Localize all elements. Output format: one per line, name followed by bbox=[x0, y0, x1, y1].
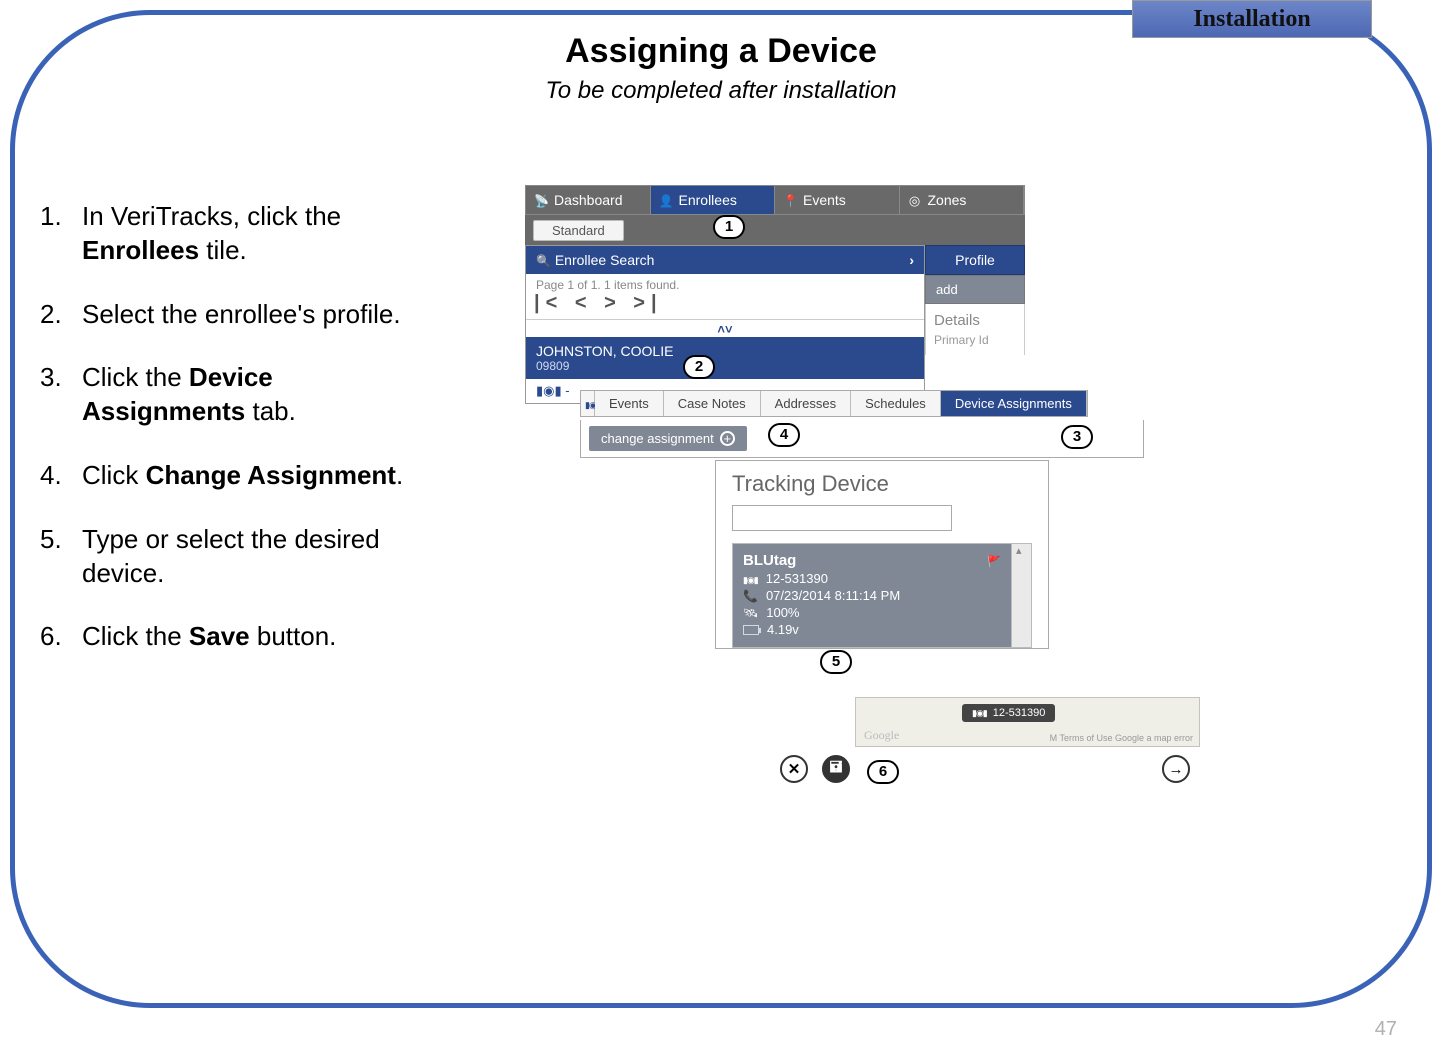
battery-icon bbox=[743, 625, 759, 635]
plus-circle-icon: + bbox=[720, 431, 735, 446]
nav-events-label: Events bbox=[803, 192, 846, 208]
tab-schedules[interactable]: Schedules bbox=[851, 391, 941, 416]
callout-6: 6 bbox=[867, 760, 899, 784]
enrollee-row[interactable]: JOHNSTON, COOLIE 09809 bbox=[526, 337, 924, 379]
page-title: Assigning a Device bbox=[0, 32, 1442, 71]
target-icon bbox=[908, 192, 922, 209]
map-credit: Google bbox=[864, 728, 899, 743]
satellite-icon bbox=[743, 605, 758, 620]
cancel-button[interactable]: ✕ bbox=[780, 755, 808, 783]
tab-device-assignments[interactable]: Device Assignments bbox=[941, 391, 1087, 416]
map-device-pill[interactable]: 12-531390 bbox=[962, 704, 1055, 722]
primary-id-label: Primary Id bbox=[934, 333, 1016, 347]
tab-zone-mini[interactable] bbox=[581, 391, 595, 416]
tracking-device-input[interactable] bbox=[732, 505, 952, 531]
enrollee-search-panel: Enrollee Search › Page 1 of 1. 1 items f… bbox=[525, 245, 925, 404]
enrollee-id: 09809 bbox=[536, 359, 914, 373]
main-nav: Dashboard Enrollees Events Zones bbox=[525, 185, 1025, 215]
nav-zones[interactable]: Zones bbox=[900, 186, 1025, 214]
profile-column: Profile add Details Primary Id bbox=[925, 245, 1025, 355]
nav-dashboard[interactable]: Dashboard bbox=[526, 186, 651, 214]
gps-icon bbox=[972, 707, 987, 719]
action-bar: ✕ 🖬 → bbox=[780, 755, 1190, 783]
sub-nav: Standard bbox=[525, 215, 1025, 245]
map-device-id: 12-531390 bbox=[993, 707, 1046, 719]
chevron-right-icon: › bbox=[909, 252, 914, 268]
device-id: 12-531390 bbox=[766, 571, 828, 586]
step-6: 6. Click the Save button. bbox=[40, 620, 440, 654]
details-panel: Details Primary Id bbox=[925, 304, 1025, 355]
nav-enrollees-label: Enrollees bbox=[679, 192, 737, 208]
search-page-info: Page 1 of 1. 1 items found. bbox=[526, 274, 924, 292]
step-4: 4. Click Change Assignment. bbox=[40, 459, 440, 493]
page-subtitle: To be completed after installation bbox=[0, 77, 1442, 105]
nav-events[interactable]: Events bbox=[775, 186, 900, 214]
enrollee-name: JOHNSTON, COOLIE bbox=[536, 343, 914, 359]
callout-2: 2 bbox=[683, 355, 715, 379]
device-list-scrollbar[interactable] bbox=[1011, 544, 1031, 647]
pin-icon bbox=[783, 192, 797, 208]
device-voltage: 4.19v bbox=[767, 622, 799, 637]
profile-tabs: Events Case Notes Addresses Schedules De… bbox=[580, 390, 1088, 417]
profile-button[interactable]: Profile bbox=[925, 245, 1025, 275]
flag-icon bbox=[987, 552, 1001, 569]
tab-addresses[interactable]: Addresses bbox=[761, 391, 851, 416]
map-terms: M Terms of Use Google a map error bbox=[1050, 733, 1193, 743]
next-button[interactable]: → bbox=[1162, 755, 1190, 783]
callout-4: 4 bbox=[768, 423, 800, 447]
details-heading: Details bbox=[934, 312, 1016, 329]
tracking-device-title: Tracking Device bbox=[732, 471, 1032, 497]
map-preview: 12-531390 Google M Terms of Use Google a… bbox=[855, 697, 1200, 747]
search-pager-controls[interactable]: |< < > >| bbox=[526, 292, 924, 319]
satellite-icon bbox=[534, 192, 548, 208]
standard-button[interactable]: Standard bbox=[533, 220, 624, 241]
step-1: 1. In VeriTracks, click the Enrollees ti… bbox=[40, 200, 440, 268]
tab-events[interactable]: Events bbox=[595, 391, 664, 416]
add-button[interactable]: add bbox=[925, 275, 1025, 304]
change-assignment-label: change assignment bbox=[601, 431, 714, 446]
device-battery: 100% bbox=[766, 605, 799, 620]
gps-icon bbox=[743, 571, 758, 586]
person-icon bbox=[659, 192, 673, 208]
device-card-body: BLUtag 12-531390 07/23/2014 8:11:14 PM 1… bbox=[733, 544, 1011, 647]
step-5: 5. Type or select the desired device. bbox=[40, 523, 440, 591]
slide-heading: Assigning a Device To be completed after… bbox=[0, 32, 1442, 105]
save-button[interactable]: 🖬 bbox=[822, 755, 850, 783]
enrollee-search-title: Enrollee Search bbox=[555, 252, 655, 268]
phone-icon bbox=[743, 588, 758, 603]
device-last-call: 07/23/2014 8:11:14 PM bbox=[766, 588, 900, 603]
device-name: BLUtag bbox=[743, 552, 796, 569]
callout-1: 1 bbox=[713, 215, 745, 239]
change-assignment-bar: change assignment + bbox=[580, 420, 1144, 458]
search-icon bbox=[536, 252, 551, 268]
sort-toggle[interactable]: ˄˅ bbox=[526, 319, 924, 337]
nav-enrollees[interactable]: Enrollees bbox=[651, 186, 776, 214]
page-number: 47 bbox=[1375, 1018, 1397, 1041]
change-assignment-button[interactable]: change assignment + bbox=[589, 426, 747, 451]
tab-case-notes[interactable]: Case Notes bbox=[664, 391, 761, 416]
tracking-device-popup: Tracking Device BLUtag 12-531390 07/23/2… bbox=[715, 460, 1049, 649]
nav-dashboard-label: Dashboard bbox=[554, 192, 623, 208]
screenshot-composite: 1 2 3 4 5 6 Dashboard Enrollees Events Z… bbox=[525, 185, 1205, 815]
step-2: 2. Select the enrollee's profile. bbox=[40, 298, 440, 332]
enrollee-search-header[interactable]: Enrollee Search › bbox=[526, 246, 924, 274]
callout-5: 5 bbox=[820, 650, 852, 674]
callout-3: 3 bbox=[1061, 425, 1093, 449]
device-card[interactable]: BLUtag 12-531390 07/23/2014 8:11:14 PM 1… bbox=[732, 543, 1032, 648]
nav-zones-label: Zones bbox=[928, 192, 967, 208]
instruction-steps: 1. In VeriTracks, click the Enrollees ti… bbox=[40, 200, 440, 684]
step-3: 3. Click the Device Assignments tab. bbox=[40, 361, 440, 429]
